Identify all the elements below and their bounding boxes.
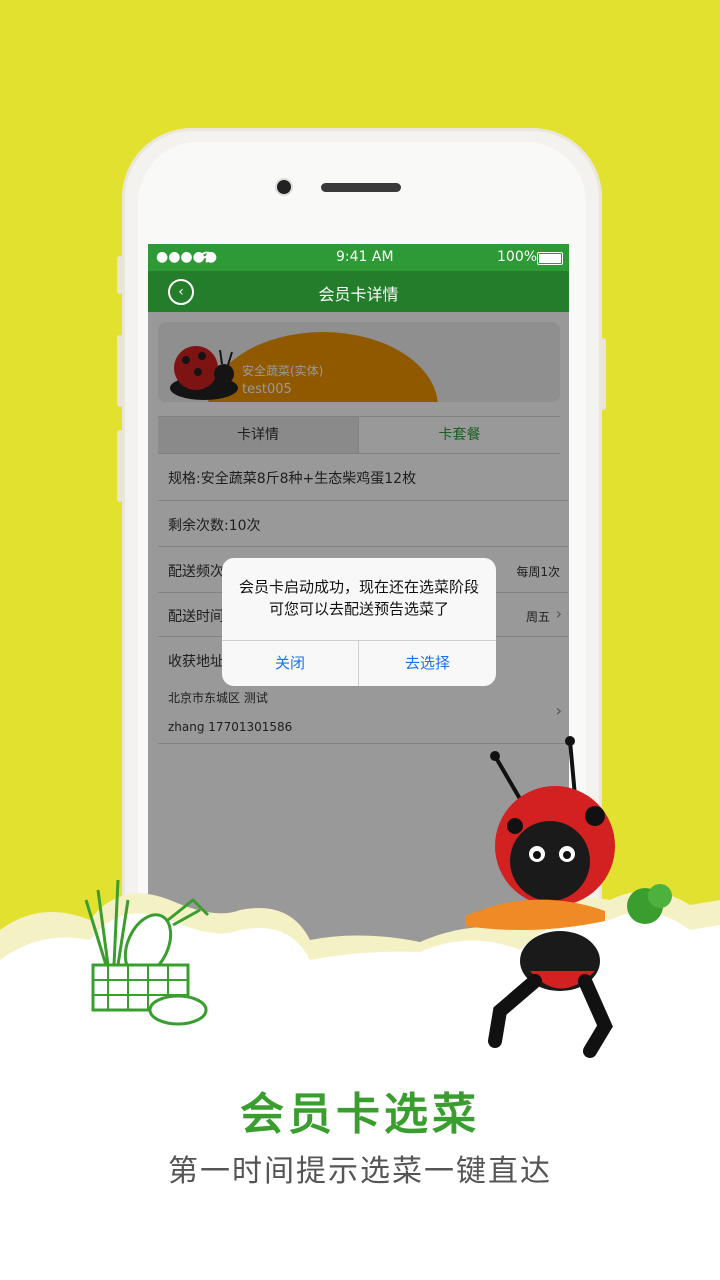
vegetable-basket-icon bbox=[84, 879, 210, 1026]
close-button[interactable]: 关闭 bbox=[222, 641, 358, 686]
go-choose-button[interactable]: 去选择 bbox=[359, 641, 496, 686]
battery-icon bbox=[537, 252, 563, 265]
promo-subline: 第一时间提示选菜一键直达 bbox=[168, 1154, 552, 1189]
status-time: 9:41 AM bbox=[336, 249, 394, 265]
page-title: 会员卡详情 bbox=[318, 285, 399, 304]
status-bar: ●●●●● 9:41 AM 100% bbox=[148, 244, 569, 271]
ant-mascot-icon bbox=[465, 736, 672, 1058]
nav-bar: ‹ 会员卡详情 bbox=[148, 271, 569, 312]
promo-headline: 会员卡选菜 bbox=[240, 1089, 480, 1140]
alert-dialog: 会员卡启动成功，现在还在选菜阶段可您可以去配送预告选菜了 关闭 去选择 bbox=[222, 558, 496, 686]
dialog-message: 会员卡启动成功，现在还在选菜阶段可您可以去配送预告选菜了 bbox=[238, 578, 479, 618]
wifi-icon bbox=[200, 251, 214, 263]
battery-percent: 100% bbox=[497, 249, 538, 265]
camera-icon bbox=[277, 180, 291, 194]
speaker-grille bbox=[321, 183, 401, 192]
